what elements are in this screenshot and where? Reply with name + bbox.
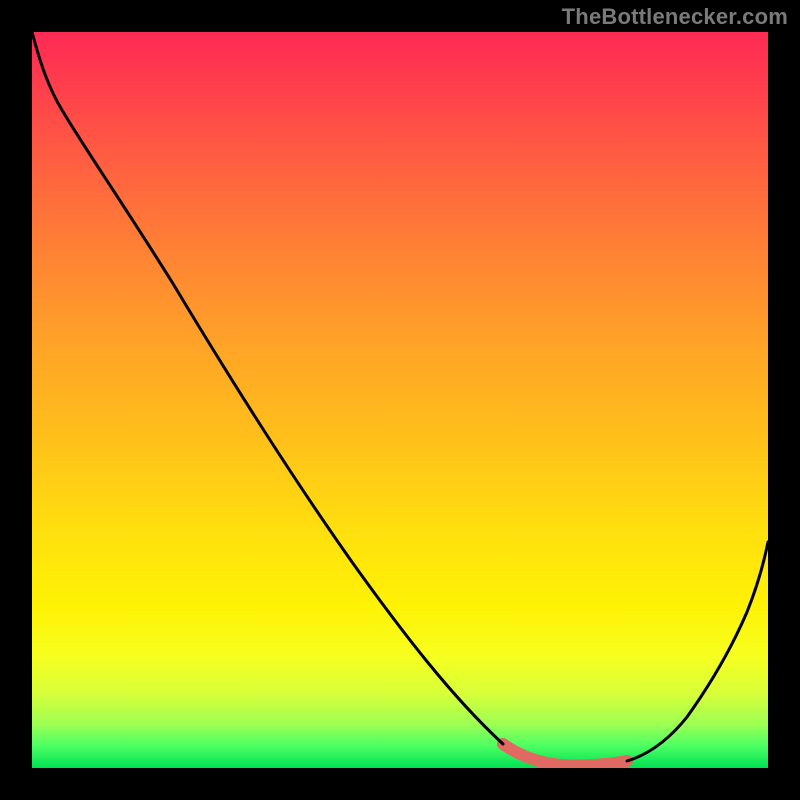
main-curve-left	[32, 32, 503, 744]
chart-container: TheBottlenecker.com	[0, 0, 800, 800]
attribution-text: TheBottlenecker.com	[562, 4, 788, 30]
main-curve-right	[627, 542, 768, 761]
curve-layer	[32, 32, 768, 768]
plot-area	[32, 32, 768, 768]
highlight-segment	[503, 744, 627, 766]
